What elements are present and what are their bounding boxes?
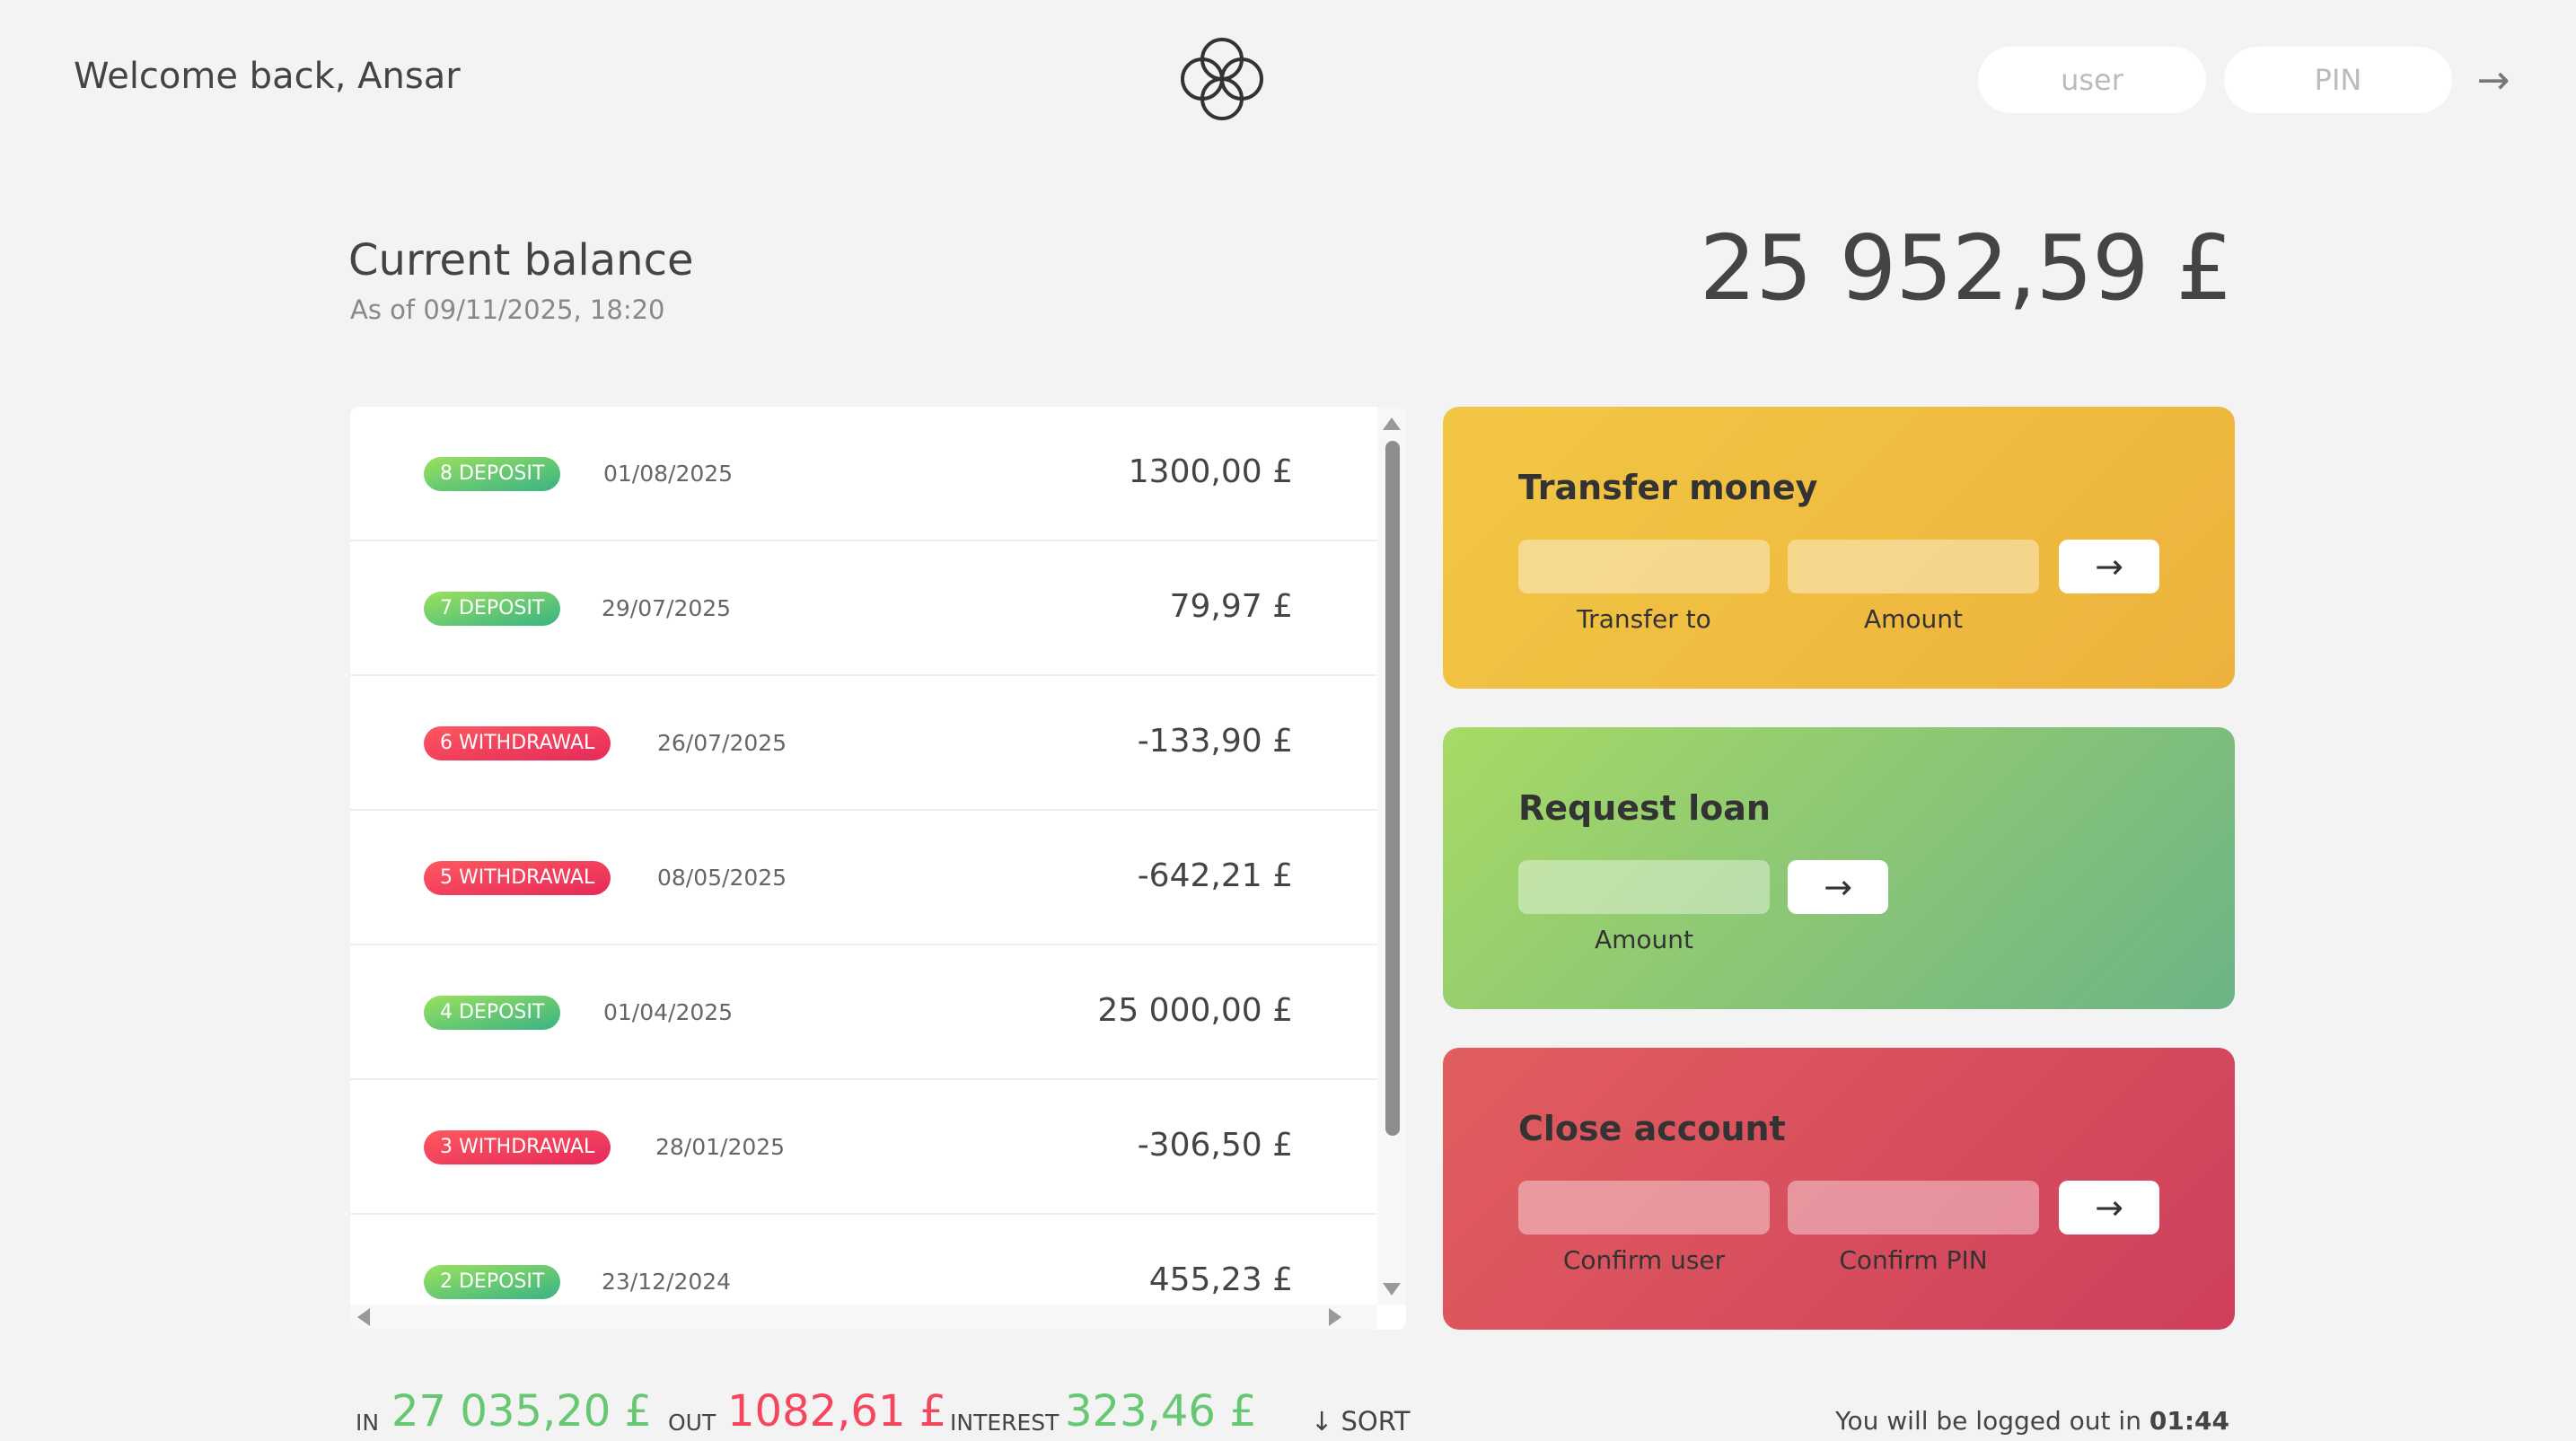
summary: IN 27 035,20 £ OUT 1082,61 £ INTEREST 32… [354, 1386, 1413, 1441]
close-user-label: Confirm user [1562, 1245, 1726, 1275]
loan-amount-label: Amount [1594, 925, 1694, 954]
movement-date: 01/08/2025 [603, 461, 734, 487]
loan-amount-input[interactable] [1518, 860, 1770, 914]
close-account-card: Close account → Confirm user Confirm PIN [1443, 1048, 2235, 1330]
close-pin-input[interactable] [1788, 1181, 2039, 1235]
movements-list[interactable]: 8 DEPOSIT 01/08/2025 1300,00 £ 7 DEPOSIT… [350, 407, 1406, 1330]
logout-timer: You will be logged out in 01:44 [1835, 1406, 2229, 1436]
transfer-amount-input[interactable] [1788, 540, 2039, 593]
movement-value: 1300,00 £ [1128, 453, 1293, 490]
welcome-message: Welcome back, Ansar [74, 56, 461, 97]
movement-row: 2 DEPOSIT 23/12/2024 455,23 £ [350, 1215, 1377, 1305]
summary-in-label: IN [356, 1410, 380, 1436]
movement-type-badge: 5 WITHDRAWAL [424, 861, 611, 895]
transfer-to-input[interactable] [1518, 540, 1770, 593]
close-title: Close account [1518, 1109, 1786, 1148]
summary-interest-value: 323,46 £ [1065, 1386, 1257, 1437]
close-submit-button[interactable]: → [2059, 1181, 2159, 1235]
movement-date: 26/07/2025 [657, 730, 787, 756]
movement-row: 7 DEPOSIT 29/07/2025 79,97 £ [350, 541, 1377, 676]
movement-value: -133,90 £ [1137, 723, 1293, 760]
scroll-up-icon[interactable] [1383, 417, 1401, 430]
movement-type-badge: 7 DEPOSIT [424, 592, 561, 626]
transfer-title: Transfer money [1518, 468, 1818, 507]
transfer-to-label: Transfer to [1577, 604, 1711, 634]
movement-row: 8 DEPOSIT 01/08/2025 1300,00 £ [350, 407, 1377, 541]
movement-value: 455,23 £ [1148, 1261, 1293, 1298]
horizontal-scrollbar[interactable] [350, 1305, 1377, 1330]
movement-type-badge: 8 DEPOSIT [424, 457, 561, 491]
logout-timer-value: 01:44 [2149, 1406, 2229, 1436]
movement-value: -642,21 £ [1137, 857, 1293, 894]
movement-row: 6 WITHDRAWAL 26/07/2025 -133,90 £ [350, 676, 1377, 811]
movement-row: 5 WITHDRAWAL 08/05/2025 -642,21 £ [350, 811, 1377, 945]
movement-date: 23/12/2024 [602, 1269, 732, 1295]
transfer-amount-label: Amount [1863, 604, 1964, 634]
transfer-card: Transfer money → Transfer to Amount [1443, 407, 2235, 689]
movement-value: 25 000,00 £ [1097, 992, 1293, 1029]
vertical-scroll-thumb[interactable] [1385, 441, 1400, 1136]
login-pin-input[interactable] [2224, 47, 2452, 113]
logo-icon [1181, 38, 1263, 120]
scroll-right-icon[interactable] [1329, 1308, 1341, 1326]
movement-date: 08/05/2025 [657, 865, 787, 891]
movement-row: 3 WITHDRAWAL 28/01/2025 -306,50 £ [350, 1080, 1377, 1215]
movement-type-badge: 6 WITHDRAWAL [424, 726, 611, 760]
loan-card: Request loan → Amount [1443, 727, 2235, 1009]
movement-value: 79,97 £ [1169, 588, 1293, 625]
vertical-scrollbar[interactable] [1377, 407, 1406, 1305]
login-user-input[interactable] [1978, 47, 2206, 113]
summary-out-label: OUT [668, 1410, 717, 1436]
loan-title: Request loan [1518, 788, 1771, 828]
login-button[interactable]: → [2466, 56, 2521, 104]
transfer-submit-button[interactable]: → [2059, 540, 2159, 593]
summary-out-value: 1082,61 £ [727, 1386, 947, 1437]
sort-button[interactable]: ↓ SORT [1311, 1406, 1411, 1437]
balance-label: Current balance [348, 235, 694, 286]
logout-timer-text: You will be logged out in [1835, 1406, 2150, 1436]
summary-in-value: 27 035,20 £ [391, 1386, 653, 1437]
summary-interest-label: INTEREST [950, 1410, 1059, 1436]
movements-rows: 8 DEPOSIT 01/08/2025 1300,00 £ 7 DEPOSIT… [350, 407, 1377, 1305]
scroll-down-icon[interactable] [1383, 1283, 1401, 1296]
close-user-input[interactable] [1518, 1181, 1770, 1235]
balance-value: 25 952,59 £ [1699, 215, 2233, 321]
movement-value: -306,50 £ [1137, 1127, 1293, 1164]
movement-type-badge: 4 DEPOSIT [424, 996, 561, 1030]
balance-date: As of 09/11/2025, 18:20 [350, 294, 665, 325]
movement-date: 29/07/2025 [602, 595, 732, 621]
movement-date: 28/01/2025 [655, 1134, 786, 1160]
scroll-left-icon[interactable] [357, 1308, 370, 1326]
close-pin-label: Confirm PIN [1839, 1245, 1988, 1275]
movement-date: 01/04/2025 [603, 999, 734, 1025]
movement-type-badge: 2 DEPOSIT [424, 1265, 561, 1299]
loan-submit-button[interactable]: → [1788, 860, 1888, 914]
movement-type-badge: 3 WITHDRAWAL [424, 1130, 611, 1164]
movement-row: 4 DEPOSIT 01/04/2025 25 000,00 £ [350, 945, 1377, 1080]
